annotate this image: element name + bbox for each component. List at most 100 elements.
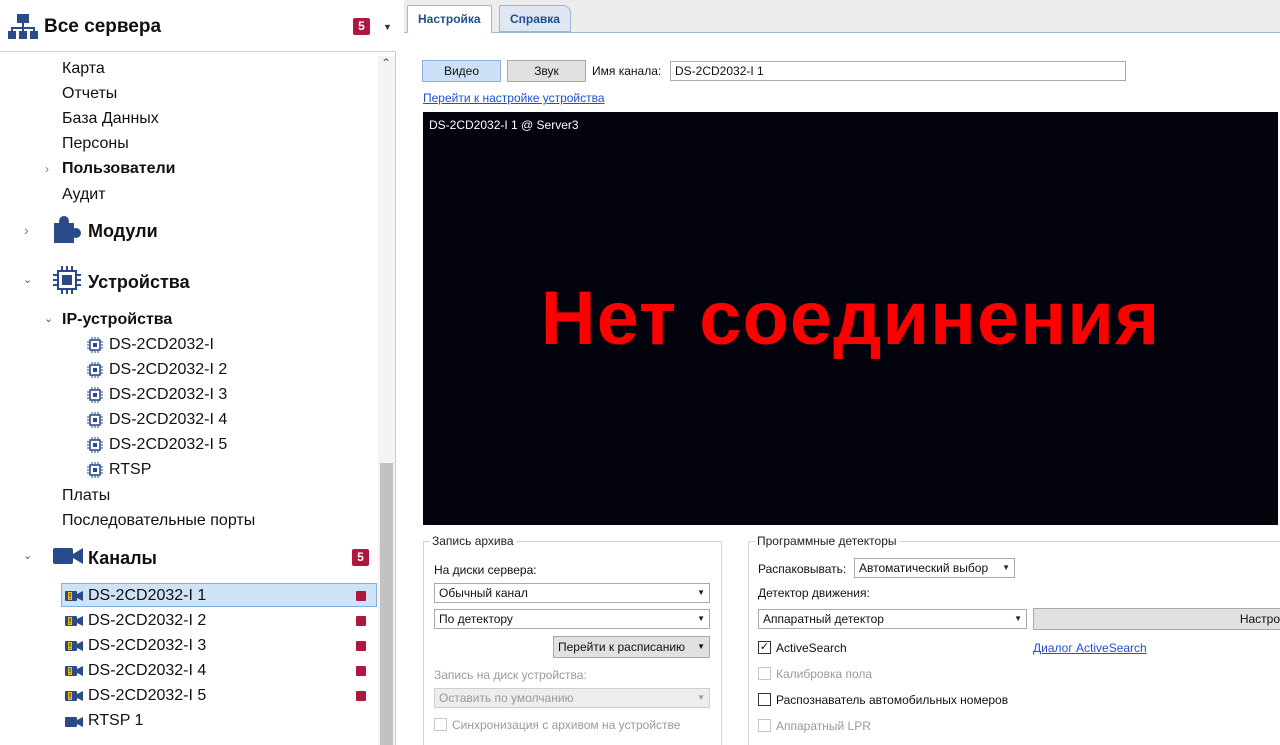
archive-mode-select[interactable]: Обычный канал ▼ <box>434 583 710 603</box>
unpack-label: Распаковывать: <box>758 562 847 576</box>
chip-icon <box>87 437 103 458</box>
video-caption: DS-2CD2032-I 1 @ Server3 <box>429 118 579 132</box>
chevron-down-icon[interactable]: ⌄ <box>23 273 32 286</box>
channel-item[interactable]: DS-2CD2032-I 2 <box>88 612 206 630</box>
channel-status-indicator <box>356 666 366 676</box>
channel-status-indicator <box>356 591 366 601</box>
chevron-up-icon[interactable]: ⌃ <box>381 56 391 70</box>
puzzle-icon <box>52 215 82 250</box>
scrollbar-thumb[interactable] <box>380 463 393 745</box>
hw-lpr-checkbox[interactable] <box>758 719 771 732</box>
tab-bar: Настройка Справка <box>404 0 1280 33</box>
chip-icon <box>87 462 103 483</box>
dropdown-arrow-icon: ▼ <box>1002 563 1010 572</box>
archive-mode-value: Обычный канал <box>439 586 528 600</box>
camera-warning-icon <box>65 614 83 632</box>
dropdown-arrow-icon: ▼ <box>697 614 705 623</box>
hw-lpr-label: Аппаратный LPR <box>776 719 871 733</box>
tree-item-reports[interactable]: Отчеты <box>62 85 117 103</box>
tree-item-map[interactable]: Карта <box>62 60 105 78</box>
channel-item[interactable]: DS-2CD2032-I 3 <box>88 637 206 655</box>
chevron-right-icon[interactable]: › <box>24 222 29 238</box>
activesearch-dialog-link[interactable]: Диалог ActiveSearch <box>1033 641 1147 655</box>
motion-detector-value: Аппаратный детектор <box>763 612 884 626</box>
tree-device-item[interactable]: DS-2CD2032-I 3 <box>109 386 227 404</box>
tree-item-ip-devices[interactable]: IP-устройства <box>62 311 172 329</box>
tree-section-devices[interactable]: Устройства <box>88 272 190 293</box>
sound-button[interactable]: Звук <box>507 60 586 82</box>
channel-status-indicator <box>356 616 366 626</box>
lpr-label: Распознаватель автомобильных номеров <box>776 693 1009 707</box>
tab-help[interactable]: Справка <box>499 5 571 32</box>
chip-icon <box>87 337 103 358</box>
chevron-right-icon[interactable]: › <box>45 162 49 176</box>
schedule-button-label: Перейти к расписанию <box>558 640 686 654</box>
server-tree-panel: Все сервера 5 ▼ Карта Отчеты База Данных… <box>0 0 396 745</box>
channel-item[interactable]: DS-2CD2032-I 4 <box>88 662 206 680</box>
channels-count-badge: 5 <box>352 549 369 566</box>
device-disk-label: Запись на диск устройства: <box>434 668 587 682</box>
device-disk-value: Оставить по умолчанию <box>439 691 574 705</box>
device-settings-link[interactable]: Перейти к настройке устройства <box>423 91 605 105</box>
channel-name-label: Имя канала: <box>592 64 662 78</box>
chevron-down-icon[interactable]: ⌄ <box>23 549 32 562</box>
tree-item-persons[interactable]: Персоны <box>62 135 129 153</box>
device-disk-select[interactable]: Оставить по умолчанию ▼ <box>434 688 710 708</box>
tree-item-users[interactable]: Пользователи <box>62 160 175 178</box>
tab-settings[interactable]: Настройка <box>407 5 492 33</box>
schedule-button[interactable]: Перейти к расписанию ▼ <box>553 636 710 658</box>
sync-label: Синхронизация с архивом на устройстве <box>452 718 681 732</box>
tree-item-boards[interactable]: Платы <box>62 487 110 505</box>
chip-icon <box>87 387 103 408</box>
channel-item[interactable]: RTSP 1 <box>88 712 143 730</box>
camera-icon <box>53 545 83 572</box>
camera-icon <box>65 715 83 733</box>
archive-trigger-value: По детектору <box>439 612 513 626</box>
tree-device-item[interactable]: DS-2CD2032-I 2 <box>109 361 227 379</box>
tree-device-item[interactable]: DS-2CD2032-I 5 <box>109 436 227 454</box>
channel-item[interactable]: DS-2CD2032-I 1 <box>88 587 206 605</box>
tree-section-channels[interactable]: Каналы <box>88 548 157 569</box>
activesearch-checkbox[interactable]: ✓ <box>758 641 771 654</box>
floor-calibration-label: Калибровка пола <box>776 667 873 681</box>
archive-group-title: Запись архива <box>430 534 516 548</box>
camera-warning-icon <box>65 664 83 682</box>
tree-device-item[interactable]: RTSP <box>109 461 151 479</box>
dropdown-arrow-icon: ▼ <box>697 588 705 597</box>
channel-status-indicator <box>356 641 366 651</box>
archive-trigger-select[interactable]: По детектору ▼ <box>434 609 710 629</box>
channel-name-input[interactable]: DS-2CD2032-I 1 <box>670 61 1126 81</box>
no-connection-message: Нет соединения <box>540 276 1161 361</box>
server-count-badge: 5 <box>353 18 370 35</box>
channel-item[interactable]: DS-2CD2032-I 5 <box>88 687 206 705</box>
detector-settings-button[interactable]: Настро <box>1033 608 1280 630</box>
sync-checkbox[interactable] <box>434 718 447 731</box>
chevron-down-icon[interactable]: ▼ <box>383 22 392 32</box>
lpr-checkbox[interactable] <box>758 693 771 706</box>
unpack-value: Автоматический выбор <box>859 561 989 575</box>
tree-item-serial-ports[interactable]: Последовательные порты <box>62 512 255 530</box>
tree-section-modules[interactable]: Модули <box>88 221 158 242</box>
camera-warning-icon <box>65 589 83 607</box>
navigation-tree: Карта Отчеты База Данных Персоны › Польз… <box>0 56 378 745</box>
motion-detector-select[interactable]: Аппаратный детектор ▼ <box>758 609 1027 629</box>
server-disks-label: На диски сервера: <box>434 563 537 577</box>
server-header-title: Все сервера <box>44 16 162 37</box>
camera-warning-icon <box>65 689 83 707</box>
unpack-select[interactable]: Автоматический выбор ▼ <box>854 558 1015 578</box>
tree-scrollbar[interactable]: ⌃ <box>378 56 395 745</box>
server-network-icon <box>8 14 38 45</box>
tree-device-item[interactable]: DS-2CD2032-I <box>109 336 214 354</box>
video-button[interactable]: Видео <box>422 60 501 82</box>
tree-item-audit[interactable]: Аудит <box>62 186 106 204</box>
tree-device-item[interactable]: DS-2CD2032-I 4 <box>109 411 227 429</box>
chevron-down-icon[interactable]: ⌄ <box>44 312 53 325</box>
dropdown-arrow-icon: ▼ <box>697 693 705 702</box>
tree-item-database[interactable]: База Данных <box>62 110 159 128</box>
chip-icon <box>53 266 81 299</box>
activesearch-label: ActiveSearch <box>776 641 847 655</box>
server-selector[interactable]: Все сервера 5 ▼ <box>0 0 396 52</box>
floor-calibration-checkbox[interactable] <box>758 667 771 680</box>
dropdown-arrow-icon: ▼ <box>697 642 705 651</box>
video-preview: DS-2CD2032-I 1 @ Server3 Нет соединения <box>423 112 1278 525</box>
